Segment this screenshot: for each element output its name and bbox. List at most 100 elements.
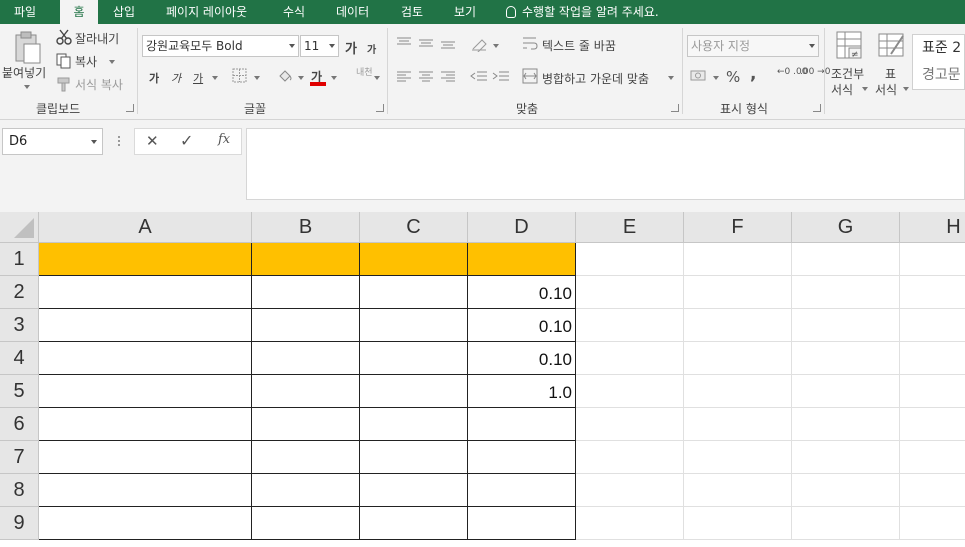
conditional-formatting-icon[interactable]: ≠ — [835, 30, 865, 62]
tab-insert[interactable]: 삽입 — [113, 0, 135, 24]
tab-data[interactable]: 데이터 — [336, 0, 369, 24]
decrease-decimal-button[interactable]: .00 →0 — [800, 67, 830, 77]
bold-button[interactable]: 가 — [149, 70, 159, 86]
cell-h7[interactable] — [900, 441, 965, 474]
cell-c6[interactable] — [360, 408, 468, 441]
cell-d1[interactable] — [468, 243, 576, 276]
align-top-icon[interactable] — [396, 36, 412, 50]
cell-g8[interactable] — [792, 474, 900, 507]
cell-f6[interactable] — [684, 408, 792, 441]
cell-e3[interactable] — [576, 309, 684, 342]
cell-h2[interactable] — [900, 276, 965, 309]
align-right-icon[interactable] — [440, 70, 456, 84]
conditional-formatting-button[interactable]: 조건부 — [831, 65, 864, 82]
cell-g2[interactable] — [792, 276, 900, 309]
column-header-e[interactable]: E — [576, 212, 684, 243]
cell-h6[interactable] — [900, 408, 965, 441]
cell-c5[interactable] — [360, 375, 468, 408]
merge-dropdown-icon[interactable] — [668, 76, 674, 80]
accounting-format-icon[interactable] — [690, 68, 710, 84]
cell-e7[interactable] — [576, 441, 684, 474]
formula-input[interactable] — [246, 128, 965, 200]
cell-a2[interactable] — [39, 276, 252, 309]
fill-color-dropdown-icon[interactable] — [298, 76, 304, 80]
cell-b5[interactable] — [252, 375, 360, 408]
align-left-icon[interactable] — [396, 70, 412, 84]
cell-c7[interactable] — [360, 441, 468, 474]
align-middle-icon[interactable] — [418, 36, 434, 50]
decrease-indent-icon[interactable] — [470, 70, 488, 84]
cell-a9[interactable] — [39, 507, 252, 540]
insert-function-icon[interactable]: fx — [218, 132, 230, 147]
cell-h3[interactable] — [900, 309, 965, 342]
cell-d6[interactable] — [468, 408, 576, 441]
phonetic-dropdown-icon[interactable] — [374, 76, 380, 80]
cell-f4[interactable] — [684, 342, 792, 375]
cut-button[interactable]: 잘라내기 — [75, 30, 119, 47]
cell-e1[interactable] — [576, 243, 684, 276]
borders-icon[interactable] — [232, 68, 248, 84]
style-warning[interactable]: 경고문 — [922, 64, 961, 84]
merge-center-icon[interactable] — [522, 68, 538, 84]
cell-c2[interactable] — [360, 276, 468, 309]
cell-c3[interactable] — [360, 309, 468, 342]
fill-color-icon[interactable] — [276, 67, 294, 85]
cell-c9[interactable] — [360, 507, 468, 540]
cell-d4[interactable]: 0.10 — [468, 342, 576, 375]
wrap-text-icon[interactable] — [522, 35, 538, 51]
enter-icon[interactable]: ✓ — [180, 131, 193, 150]
comma-button[interactable]: , — [750, 64, 756, 84]
copy-dropdown-icon[interactable] — [109, 60, 115, 64]
cell-a1[interactable] — [39, 243, 252, 276]
column-header-g[interactable]: G — [792, 212, 900, 243]
cell-c8[interactable] — [360, 474, 468, 507]
cell-h4[interactable] — [900, 342, 965, 375]
tab-page-layout[interactable]: 페이지 레이아웃 — [166, 0, 247, 24]
format-as-table-icon[interactable] — [877, 30, 907, 62]
row-header-3[interactable]: 3 — [0, 309, 39, 342]
font-name-select[interactable]: 강원교육모두 Bold — [142, 35, 299, 57]
percent-button[interactable]: % — [726, 68, 740, 86]
row-header-7[interactable]: 7 — [0, 441, 39, 474]
clipboard-launcher-icon[interactable] — [126, 104, 134, 112]
row-header-9[interactable]: 9 — [0, 507, 39, 540]
increase-decimal-button[interactable]: ←0 .00 — [777, 67, 807, 77]
cell-a5[interactable] — [39, 375, 252, 408]
cell-g4[interactable] — [792, 342, 900, 375]
shrink-font-button[interactable]: 가 — [367, 41, 376, 56]
cell-a3[interactable] — [39, 309, 252, 342]
align-center-icon[interactable] — [418, 70, 434, 84]
cancel-icon[interactable]: ✕ — [146, 132, 159, 150]
cell-d5[interactable]: 1.0 — [468, 375, 576, 408]
font-color-dropdown-icon[interactable] — [331, 76, 337, 80]
cell-g3[interactable] — [792, 309, 900, 342]
cell-e5[interactable] — [576, 375, 684, 408]
number-format-select[interactable]: 사용자 지정 — [687, 35, 819, 57]
table-dropdown-icon[interactable] — [903, 87, 909, 91]
cell-f9[interactable] — [684, 507, 792, 540]
merge-center-button[interactable]: 병합하고 가운데 맞춤 — [542, 70, 649, 87]
grow-font-button[interactable]: 가 — [345, 38, 357, 57]
paste-icon[interactable] — [10, 30, 44, 66]
font-launcher-icon[interactable] — [376, 104, 384, 112]
column-header-a[interactable]: A — [39, 212, 252, 243]
row-header-5[interactable]: 5 — [0, 375, 39, 408]
name-box[interactable]: D6 — [2, 128, 103, 155]
cell-g1[interactable] — [792, 243, 900, 276]
cell-d7[interactable] — [468, 441, 576, 474]
tell-me-box[interactable]: 수행할 작업을 알려 주세요. — [506, 0, 659, 24]
tab-review[interactable]: 검토 — [401, 0, 423, 24]
column-header-d[interactable]: D — [468, 212, 576, 243]
cell-b6[interactable] — [252, 408, 360, 441]
cell-c4[interactable] — [360, 342, 468, 375]
cell-g9[interactable] — [792, 507, 900, 540]
orientation-icon[interactable] — [470, 36, 490, 52]
paste-button[interactable]: 붙여넣기 — [2, 64, 46, 81]
row-header-1[interactable]: 1 — [0, 243, 39, 276]
column-header-c[interactable]: C — [360, 212, 468, 243]
wrap-text-button[interactable]: 텍스트 줄 바꿈 — [542, 37, 616, 54]
underline-button[interactable]: 가 — [193, 70, 203, 86]
cell-f5[interactable] — [684, 375, 792, 408]
cell-a7[interactable] — [39, 441, 252, 474]
cell-h8[interactable] — [900, 474, 965, 507]
